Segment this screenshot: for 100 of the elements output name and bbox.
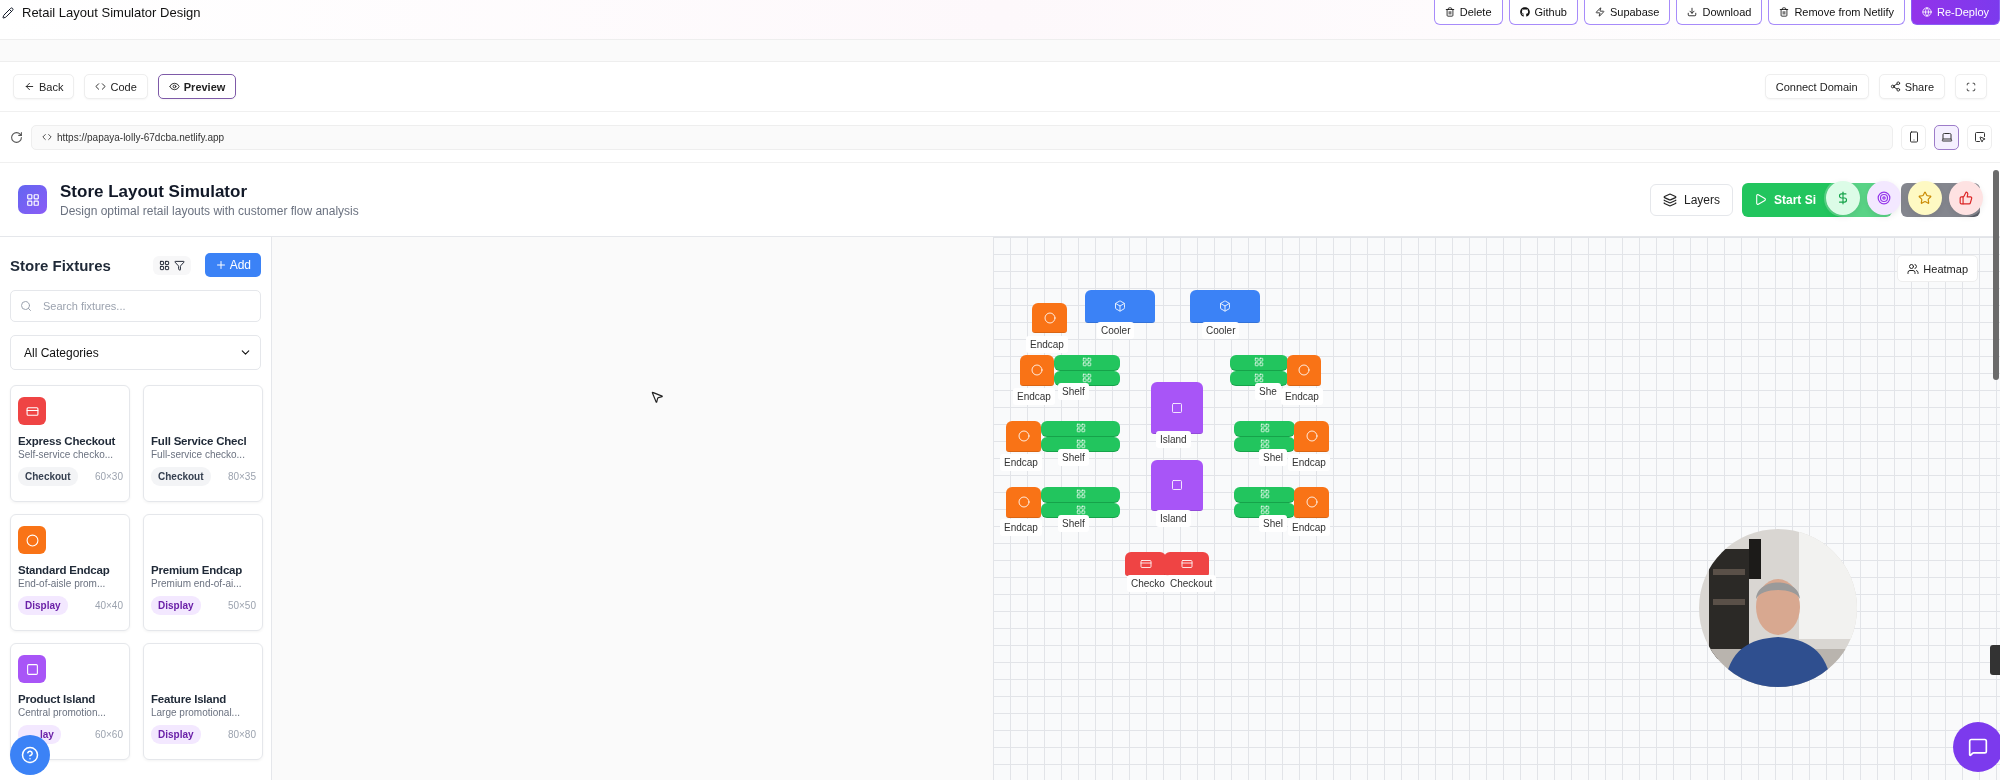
cooler-fixture[interactable]: [1190, 290, 1260, 323]
target-icon: [1876, 190, 1891, 205]
endcap-fixture[interactable]: [1020, 355, 1054, 386]
fixture-size: 80×35: [227, 471, 256, 482]
fixture-label: Shelf: [1058, 449, 1089, 466]
fixture-card[interactable]: Express Checkout Self-service checko... Checkout 60×30: [10, 385, 130, 502]
layers-icon: [1662, 192, 1677, 207]
action-button[interactable]: Github: [1508, 0, 1578, 25]
fixture-card[interactable]: Feature Island Large promotional... Display 80×80: [143, 643, 263, 760]
fixture-description: Central promotion...: [18, 707, 107, 718]
fixture-description: Premium end-of-ai...: [151, 578, 243, 589]
circle-icon: [1298, 364, 1310, 376]
category-tag: Checkout: [151, 467, 211, 486]
layout-canvas[interactable]: Heatmap Endcap Cooler Cooler Endcap Shelf She Endcap Island Endcap Shelf Shel Endcap Island Endcap Shelf Shel Endcap Checko Checkout: [993, 237, 2000, 780]
share-icon: [1889, 81, 1901, 92]
window-title: Retail Layout Simulator Design: [22, 5, 201, 20]
box-icon: [1219, 300, 1231, 312]
category-tag: Display: [151, 725, 201, 744]
view-tab[interactable]: Preview: [157, 74, 237, 99]
endcap-fixture[interactable]: [1032, 303, 1067, 333]
add-button[interactable]: Add: [204, 253, 261, 277]
shelf-fixture[interactable]: [1234, 487, 1295, 518]
shelf-fixture[interactable]: [1230, 355, 1288, 386]
endcap-fixture[interactable]: [1294, 487, 1329, 518]
grid-icon[interactable]: [158, 259, 170, 271]
view-tab[interactable]: Code: [84, 74, 148, 99]
fixture-card[interactable]: Full Service Checl Full-service checko... Checkout 80×35: [143, 385, 263, 502]
grid-icon: [1259, 504, 1270, 515]
heatmap-button[interactable]: Heatmap: [1897, 255, 1978, 282]
fixture-size: 50×50: [227, 600, 256, 611]
checkout-fixture[interactable]: [1125, 552, 1166, 576]
cursor-screen-icon: [1973, 131, 1986, 143]
cooler-fixture[interactable]: [1085, 290, 1155, 323]
circle-icon: [1031, 364, 1043, 376]
fixture-label: Endcap: [1000, 454, 1042, 471]
trash-icon: [1779, 7, 1790, 17]
search-field[interactable]: Search fixtures...: [10, 290, 261, 322]
lightning-icon: [1594, 7, 1605, 17]
fixture-label: Endcap: [1026, 336, 1068, 353]
action-button[interactable]: Delete: [1433, 0, 1503, 25]
checkout-fixture[interactable]: [1164, 552, 1209, 576]
fixture-name: Premium Endcap: [151, 564, 244, 576]
grid-icon: [1259, 423, 1270, 434]
code-icon: [95, 81, 107, 92]
fixture-label: Shel: [1259, 515, 1287, 532]
card-icon: [1180, 557, 1193, 570]
fixture-name: Feature Island: [151, 693, 228, 705]
laptop-icon: [1940, 131, 1953, 143]
scrollbar-thumb[interactable]: [1993, 170, 1999, 380]
code-icon: [42, 132, 52, 142]
phone-icon: [1907, 131, 1920, 143]
fixture-card[interactable]: Standard Endcap End-of-aisle prom... Display 40×40: [10, 514, 130, 631]
app-title: Store Layout Simulator: [60, 181, 249, 202]
back-button[interactable]: Back: [13, 74, 75, 99]
shelf-fixture[interactable]: [1234, 421, 1295, 452]
circle-icon: [1043, 311, 1056, 324]
circle-icon: [1017, 430, 1030, 442]
share-action-button[interactable]: Share: [1878, 74, 1945, 99]
category-tag: Checkout: [18, 467, 78, 486]
fullscreen-icon: [1966, 81, 1976, 92]
sidebar-title: Store Fixtures: [10, 256, 111, 274]
fixture-description: Self-service checko...: [18, 449, 115, 460]
fixture-name: Express Checkout: [18, 435, 117, 447]
grid-icon: [1075, 423, 1086, 434]
share-action-button[interactable]: Connect Domain: [1764, 74, 1869, 99]
fixture-label: Island: [1156, 510, 1191, 527]
pencil-icon[interactable]: [2, 6, 14, 19]
action-button[interactable]: Remove from Netlify: [1768, 0, 1906, 25]
island-fixture[interactable]: [1151, 460, 1203, 511]
grid-icon: [1259, 438, 1270, 449]
address-field[interactable]: https://papaya-lolly-67dcba.netlify.app: [31, 124, 1893, 150]
endcap-fixture[interactable]: [1006, 421, 1041, 452]
grid-icon: [1082, 372, 1092, 383]
grid-icon: [1075, 438, 1086, 449]
fixture-card[interactable]: Premium Endcap Premium end-of-ai... Display 50×50: [143, 514, 263, 631]
fixture-label: Cooler: [1202, 322, 1240, 339]
grid-icon: [1075, 504, 1086, 515]
endcap-fixture[interactable]: [1287, 355, 1321, 386]
refresh-icon[interactable]: [10, 130, 23, 144]
shelf-fixture[interactable]: [1054, 355, 1120, 386]
grid-icon: [1254, 357, 1264, 368]
island-fixture[interactable]: [1151, 382, 1203, 434]
filter-icon[interactable]: [173, 259, 185, 271]
endcap-fixture[interactable]: [1294, 421, 1329, 452]
shelf-fixture[interactable]: [1041, 487, 1120, 518]
action-button[interactable]: Re-Deploy: [1911, 0, 2000, 25]
circle-icon: [1305, 430, 1318, 442]
category-tag: Display: [18, 596, 68, 615]
action-button[interactable]: Download: [1676, 0, 1763, 25]
category-select[interactable]: All Categories: [10, 335, 261, 370]
grid-icon: [1075, 489, 1086, 500]
search-icon: [20, 300, 32, 312]
reaction-button[interactable]: [1866, 180, 1901, 215]
fixture-label: Endcap: [1288, 454, 1330, 471]
endcap-fixture[interactable]: [1006, 487, 1041, 518]
shelf-fixture[interactable]: [1041, 421, 1120, 452]
fixture-label: Cooler: [1097, 322, 1135, 339]
fixture-size: 40×40: [94, 600, 123, 611]
layers-button[interactable]: Layers: [1649, 183, 1733, 216]
action-button[interactable]: Supabase: [1583, 0, 1671, 25]
